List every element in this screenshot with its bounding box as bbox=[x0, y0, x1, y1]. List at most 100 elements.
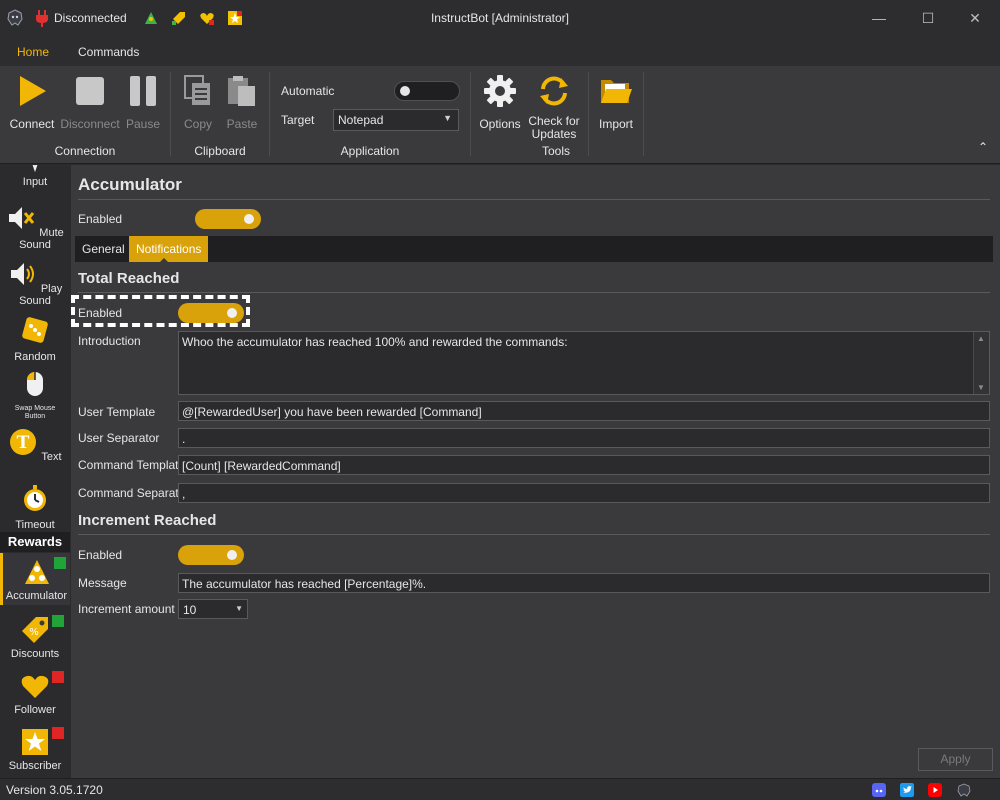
sidebar-item-label: Accumulator bbox=[5, 590, 68, 602]
target-value: Notepad bbox=[338, 113, 384, 127]
toggle-knob bbox=[244, 214, 254, 224]
message-label: Message bbox=[78, 576, 127, 590]
sidebar-item-label: Subscriber bbox=[8, 760, 62, 772]
command-template-label: Command Template bbox=[78, 458, 186, 472]
speaker-icon bbox=[10, 263, 34, 285]
sidebar-item-swap-mouse-button[interactable]: Swap Mouse Button bbox=[0, 369, 70, 421]
twitter-icon[interactable] bbox=[900, 783, 914, 797]
folder-icon bbox=[601, 80, 632, 103]
apply-button[interactable]: Apply bbox=[918, 748, 993, 771]
copy-label: Copy bbox=[183, 117, 212, 131]
svg-text:%: % bbox=[29, 627, 39, 638]
pause-button[interactable]: Pause bbox=[124, 74, 162, 131]
options-button[interactable]: Options bbox=[478, 74, 522, 131]
divider bbox=[78, 199, 990, 200]
sidebar-item-follower[interactable]: Follower bbox=[0, 671, 70, 716]
status-badge bbox=[52, 727, 64, 739]
increment-amount-label: Increment amount bbox=[78, 602, 175, 616]
sidebar-item-text[interactable]: T Text bbox=[0, 427, 70, 463]
user-template-label: User Template bbox=[78, 405, 156, 419]
gear-icon bbox=[484, 75, 516, 107]
sidebar-item-subscriber[interactable]: Subscriber bbox=[0, 727, 70, 772]
user-separator-field[interactable]: . bbox=[178, 428, 990, 448]
group-label-application: Application bbox=[340, 144, 400, 158]
user-separator-label: User Separator bbox=[78, 431, 160, 445]
message-field[interactable]: The accumulator has reached [Percentage]… bbox=[178, 573, 990, 593]
sidebar-item-timeout[interactable]: Timeout bbox=[0, 483, 70, 531]
dice-icon bbox=[22, 317, 48, 343]
divider bbox=[78, 534, 990, 535]
toggle-knob bbox=[227, 550, 237, 560]
minimize-button[interactable]: — bbox=[864, 6, 894, 30]
youtube-icon[interactable] bbox=[928, 783, 942, 797]
app-logo-icon[interactable] bbox=[957, 783, 971, 797]
divider bbox=[78, 292, 990, 293]
sidebar-item-play-sound[interactable]: Play Sound bbox=[0, 259, 70, 307]
scroll-down-icon[interactable]: ▼ bbox=[977, 383, 985, 392]
options-label: Options bbox=[479, 117, 521, 131]
pause-icon bbox=[130, 76, 156, 106]
status-bar: Version 3.05.1720 bbox=[0, 778, 1000, 800]
section-heading-total-reached: Total Reached bbox=[78, 270, 180, 287]
copy-button[interactable]: Copy bbox=[180, 74, 216, 131]
sidebar-item-random[interactable]: Random bbox=[0, 315, 70, 363]
command-separator-label: Command Separator bbox=[78, 486, 190, 500]
automatic-toggle[interactable] bbox=[394, 81, 460, 101]
status-badge bbox=[52, 615, 64, 627]
import-label: Import bbox=[598, 117, 633, 131]
increment-reached-enabled-toggle[interactable] bbox=[178, 545, 244, 565]
import-button[interactable]: Import bbox=[594, 74, 638, 131]
sidebar-item-mute-sound[interactable]: Mute Sound bbox=[0, 203, 70, 251]
chevron-down-icon: ▼ bbox=[235, 604, 243, 613]
command-template-field[interactable]: [Count] [RewardedCommand] bbox=[178, 455, 990, 475]
maximize-button[interactable]: ☐ bbox=[913, 6, 943, 30]
disconnect-label: Disconnect bbox=[60, 117, 120, 131]
sidebar-item-accumulator[interactable]: Accumulator bbox=[0, 553, 70, 605]
collapse-ribbon-button[interactable]: ⌃ bbox=[978, 140, 988, 154]
total-reached-enabled-toggle[interactable] bbox=[178, 303, 244, 323]
automatic-label: Automatic bbox=[281, 84, 335, 98]
check-updates-button[interactable]: Check for Updates bbox=[526, 74, 582, 141]
scroll-up-icon[interactable]: ▲ bbox=[977, 334, 985, 343]
tab-commands[interactable]: Commands bbox=[78, 45, 139, 59]
group-label-connection: Connection bbox=[54, 144, 116, 158]
introduction-label: Introduction bbox=[78, 334, 141, 348]
stop-icon bbox=[76, 77, 104, 105]
ribbon-separator bbox=[588, 72, 589, 156]
check-updates-label: Check for Updates bbox=[528, 114, 580, 141]
paste-icon bbox=[228, 76, 255, 106]
discord-icon[interactable] bbox=[872, 783, 886, 797]
paste-button[interactable]: Paste bbox=[224, 74, 260, 131]
disconnect-button[interactable]: Disconnect bbox=[60, 74, 120, 131]
text-icon: T bbox=[10, 429, 37, 455]
connect-button[interactable]: Connect bbox=[8, 74, 56, 131]
sidebar-item-label: Input bbox=[22, 176, 48, 188]
sidebar-item-discounts[interactable]: % Discounts bbox=[0, 615, 70, 660]
copy-icon bbox=[184, 75, 210, 105]
target-select[interactable]: Notepad ▼ bbox=[333, 109, 459, 131]
accumulator-icon bbox=[24, 560, 49, 584]
discount-tag-icon: % bbox=[22, 617, 48, 643]
enabled-label: Enabled bbox=[78, 306, 123, 320]
accumulator-enabled-toggle[interactable] bbox=[195, 209, 261, 229]
tab-home[interactable]: Home bbox=[17, 45, 49, 59]
introduction-textarea[interactable]: Whoo the accumulator has reached 100% an… bbox=[178, 331, 990, 395]
command-separator-field[interactable]: , bbox=[178, 483, 990, 503]
scrollbar[interactable]: ▲ ▼ bbox=[973, 332, 989, 394]
increment-amount-select[interactable]: 10 ▼ bbox=[178, 599, 248, 619]
sidebar-item-input[interactable]: Input bbox=[0, 165, 70, 188]
tab-notifications[interactable]: Notifications bbox=[129, 236, 209, 263]
main-panel: Accumulator Enabled General Notification… bbox=[71, 165, 1000, 778]
ribbon-separator bbox=[643, 72, 644, 156]
input-icon bbox=[32, 165, 38, 173]
version-text: Version 3.05.1720 bbox=[6, 783, 103, 797]
sidebar-item-label: Follower bbox=[14, 704, 56, 716]
sidebar-section-rewards: Rewards bbox=[0, 532, 70, 552]
tab-general[interactable]: General bbox=[75, 236, 132, 262]
title-bar: Disconnected InstructBot [Administrator]… bbox=[0, 0, 1000, 36]
pause-label: Pause bbox=[125, 117, 161, 131]
close-button[interactable]: ✕ bbox=[960, 6, 990, 30]
heart-icon bbox=[21, 675, 49, 698]
window-title: InstructBot [Administrator] bbox=[430, 11, 570, 25]
user-template-field[interactable]: @[RewardedUser] you have been rewarded [… bbox=[178, 401, 990, 421]
